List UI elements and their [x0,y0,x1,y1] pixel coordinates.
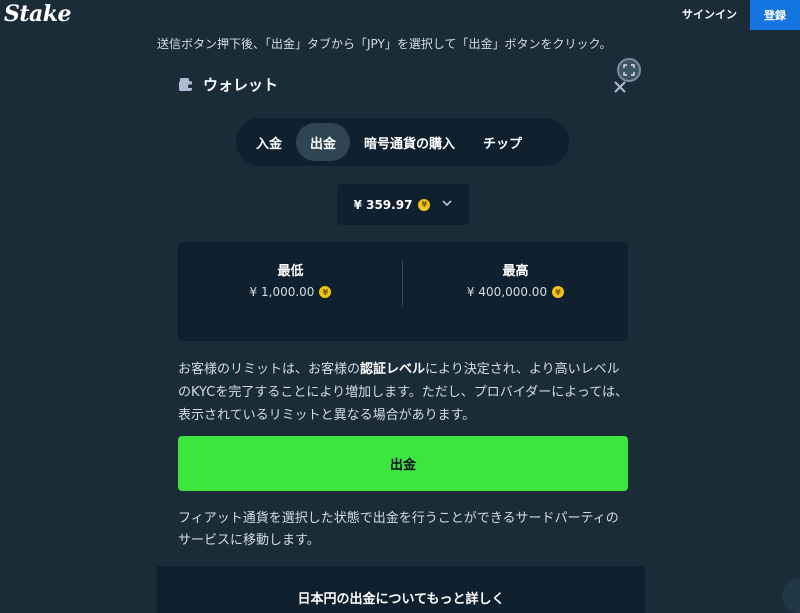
tab-buy-crypto[interactable]: 暗号通貨の購入 [350,123,469,161]
withdraw-button[interactable]: 出金 [178,436,628,491]
min-limit-value-row: ¥ 1,000.00 ¥ [178,285,403,299]
chat-bubble-icon[interactable] [782,578,800,613]
more-info-text: 日本円の出金についてもっと詳しく [297,592,505,607]
tab-tip[interactable]: チップ [469,123,536,161]
signin-link[interactable]: サインイン [682,6,737,22]
instruction-text: 送信ボタン押下後、「出金」タブから「JPY」を選択して「出金」ボタンをクリック。 [157,37,612,51]
description-pre: お客様のリミットは、お客様の [178,362,361,377]
verification-level-link[interactable]: 認証レベル [360,362,425,377]
tab-withdraw[interactable]: 出金 [296,123,351,161]
top-bar: Stake サインイン 登録 [0,0,800,30]
third-party-note: フィアット通貨を選択した状態で出金を行うことができるサードパーティのサービスに移… [178,511,619,548]
more-info-panel[interactable]: 日本円の出金についてもっと詳しく [157,566,645,613]
yen-coin-icon: ¥ [418,198,431,211]
wallet-icon [177,76,195,94]
balance-value: ¥ 359.97 [353,197,413,212]
expand-icon[interactable] [617,58,641,82]
limits-box: 最低 ¥ 1,000.00 ¥ 最高 ¥ 400,000.00 ¥ [178,242,628,341]
yen-coin-icon: ¥ [552,286,565,298]
register-button[interactable]: 登録 [750,0,800,30]
wallet-tabs: 入金 出金 暗号通貨の購入 チップ [236,118,569,166]
limit-description: お客様のリミットは、お客様の認証レベルにより決定され、より高いレベルのKYCを完… [178,358,628,427]
yen-coin-icon: ¥ [319,286,332,298]
min-limit-label: 最低 [277,264,304,279]
max-limit-value-row: ¥ 400,000.00 ¥ [403,285,628,299]
modal-header: ウォレット [177,74,278,95]
max-limit-value: ¥ 400,000.00 [466,285,548,299]
tab-deposit[interactable]: 入金 [242,123,296,161]
min-limit-value: ¥ 1,000.00 [249,285,315,299]
wallet-modal: ウォレット 入金 出金 暗号通貨の購入 チップ ¥ 359.97 ¥ 最低 ¥ … [157,56,645,576]
chevron-down-icon [442,199,453,210]
currency-selector[interactable]: ¥ 359.97 ¥ [337,184,469,225]
max-limit-label: 最高 [502,264,529,279]
modal-title: ウォレット [203,76,279,94]
close-icon[interactable] [613,80,627,94]
max-limit: 最高 ¥ 400,000.00 ¥ [403,260,628,299]
stake-logo[interactable]: Stake [4,1,72,27]
min-limit: 最低 ¥ 1,000.00 ¥ [178,260,403,299]
